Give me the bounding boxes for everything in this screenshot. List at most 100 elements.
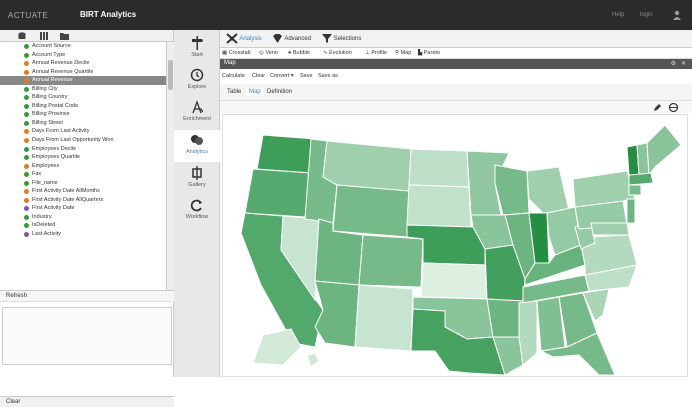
- subtab-table[interactable]: Table: [224, 88, 244, 96]
- field-item[interactable]: File_name: [0, 179, 166, 188]
- field-item[interactable]: Days From Last Activity: [0, 127, 166, 136]
- field-label: Billing Postal Code: [32, 102, 79, 109]
- folder-icon[interactable]: [60, 32, 69, 40]
- close-icon[interactable]: ✕: [681, 60, 686, 67]
- field-item[interactable]: Annual Revenue Decile: [0, 59, 166, 68]
- user-icon[interactable]: [672, 10, 682, 20]
- field-item[interactable]: Last Activity: [0, 230, 166, 239]
- field-item[interactable]: First Activity Date: [0, 204, 166, 213]
- nav-item-explore[interactable]: Explore: [174, 66, 220, 96]
- refresh-label[interactable]: Refresh: [6, 293, 27, 299]
- field-item[interactable]: First Activity Date AllQuarters: [0, 196, 166, 205]
- scrollbar-thumb[interactable]: [168, 60, 173, 90]
- state-ct[interactable]: [628, 184, 642, 196]
- state-or[interactable]: [244, 168, 312, 218]
- field-item[interactable]: First Activity Date AllMonths: [0, 187, 166, 196]
- state-ar[interactable]: [486, 298, 524, 338]
- evolution-label: Evolution: [329, 50, 352, 56]
- field-item[interactable]: Employees Decile: [0, 145, 166, 154]
- state-co[interactable]: [358, 234, 424, 288]
- field-item[interactable]: Annual Revenue Quartile: [0, 68, 166, 77]
- field-item[interactable]: Billing Street: [0, 119, 166, 128]
- edit-icon[interactable]: [653, 103, 662, 112]
- field-item[interactable]: Account Source: [0, 42, 166, 51]
- field-item[interactable]: IsDeleted: [0, 221, 166, 230]
- state-ms[interactable]: [518, 300, 538, 366]
- field-item[interactable]: Billing Country: [0, 93, 166, 102]
- nav-label: Analytics: [185, 149, 208, 155]
- nav-item-gallery[interactable]: Gallery: [174, 164, 220, 194]
- state-hi[interactable]: [306, 352, 320, 368]
- field-sidebar: Account Source Account Type Annual Revenue…: [0, 30, 174, 407]
- crosstab-button[interactable]: ▦ Crosstab: [222, 50, 251, 56]
- columns-icon[interactable]: [40, 32, 48, 40]
- user-login-link[interactable]: login: [640, 12, 653, 18]
- state-me[interactable]: [646, 124, 682, 177]
- field-item[interactable]: Fax: [0, 170, 166, 179]
- state-mi[interactable]: [526, 166, 570, 214]
- field-type-icon: [24, 206, 29, 212]
- nav-item-analytics[interactable]: Analytics: [174, 130, 220, 162]
- field-type-icon: [24, 44, 29, 49]
- field-item[interactable]: Annual Revenue: [0, 76, 166, 85]
- field-item[interactable]: Employees: [0, 162, 166, 171]
- save-as-button[interactable]: Save as: [318, 73, 338, 79]
- map-button[interactable]: ⚲ Map: [395, 50, 411, 56]
- field-type-icon: [24, 163, 29, 169]
- field-item[interactable]: Days From Last Opportunity Won: [0, 136, 166, 145]
- state-az[interactable]: [314, 280, 360, 348]
- clear-button[interactable]: Clear: [252, 73, 265, 79]
- clear-label[interactable]: Clear: [6, 399, 20, 405]
- state-ak[interactable]: [252, 328, 302, 366]
- state-nm[interactable]: [354, 284, 414, 352]
- state-wa[interactable]: [256, 134, 316, 174]
- pareto-button[interactable]: ▙ Pareto: [418, 50, 440, 56]
- nav-item-enrichment[interactable]: Enrichment: [174, 98, 220, 128]
- settings-icon[interactable]: ⚙: [671, 60, 676, 67]
- map-subtabs: Table Map Definition: [220, 84, 692, 101]
- help-link[interactable]: Help: [612, 12, 624, 18]
- bubble-button[interactable]: ● Bubble: [288, 50, 310, 56]
- venn-button[interactable]: ◎ Venn: [259, 50, 278, 56]
- bubble-label: Bubble: [292, 50, 310, 56]
- state-wy[interactable]: [332, 184, 410, 238]
- nav-item-workflow[interactable]: Workflow: [174, 196, 220, 226]
- subtab-definition[interactable]: Definition: [264, 88, 295, 96]
- field-item[interactable]: Billing Province: [0, 110, 166, 119]
- state-ma[interactable]: [628, 172, 654, 186]
- state-mt[interactable]: [322, 140, 412, 192]
- state-ks[interactable]: [420, 262, 488, 300]
- field-item[interactable]: Employees Quartile: [0, 153, 166, 162]
- evolution-button[interactable]: ∿ Evolution: [323, 50, 352, 56]
- state-ny[interactable]: [572, 170, 636, 208]
- field-item[interactable]: Industry: [0, 213, 166, 222]
- database-icon[interactable]: [18, 32, 26, 40]
- field-item[interactable]: Billing City: [0, 85, 166, 94]
- convert-dropdown[interactable]: Convert ▾: [270, 73, 294, 79]
- subtab-map[interactable]: Map: [246, 88, 264, 96]
- tab-advanced[interactable]: Advanced: [272, 33, 311, 44]
- calculate-button[interactable]: Calculate: [222, 73, 245, 79]
- field-item[interactable]: Account Type: [0, 51, 166, 60]
- action-bar: Calculate Clear Convert ▾ Save Save as: [220, 70, 692, 82]
- state-sd[interactable]: [406, 184, 472, 228]
- nav-label: Workflow: [185, 214, 209, 220]
- field-type-icon: [24, 232, 29, 238]
- tab-selections[interactable]: Selections: [322, 33, 361, 44]
- field-label: First Activity Date AllQuarters: [32, 196, 104, 203]
- field-list-scrollbar[interactable]: [166, 42, 174, 290]
- field-item[interactable]: Billing Postal Code: [0, 102, 166, 111]
- field-type-icon: [24, 95, 29, 101]
- panel-title: Map: [224, 60, 236, 66]
- nav-item-start[interactable]: Start: [174, 34, 220, 64]
- map-area: [222, 114, 688, 377]
- palette-icon[interactable]: [669, 103, 678, 112]
- field-label: Billing Country: [32, 94, 68, 101]
- tab-analysis[interactable]: Analysis: [226, 33, 262, 44]
- state-nj[interactable]: [626, 198, 636, 224]
- state-nd[interactable]: [408, 148, 470, 188]
- profile-button[interactable]: ⊥ Profile: [365, 50, 387, 56]
- save-button[interactable]: Save: [300, 73, 313, 79]
- state-md[interactable]: [590, 222, 630, 236]
- tab-label: Advanced: [284, 36, 312, 43]
